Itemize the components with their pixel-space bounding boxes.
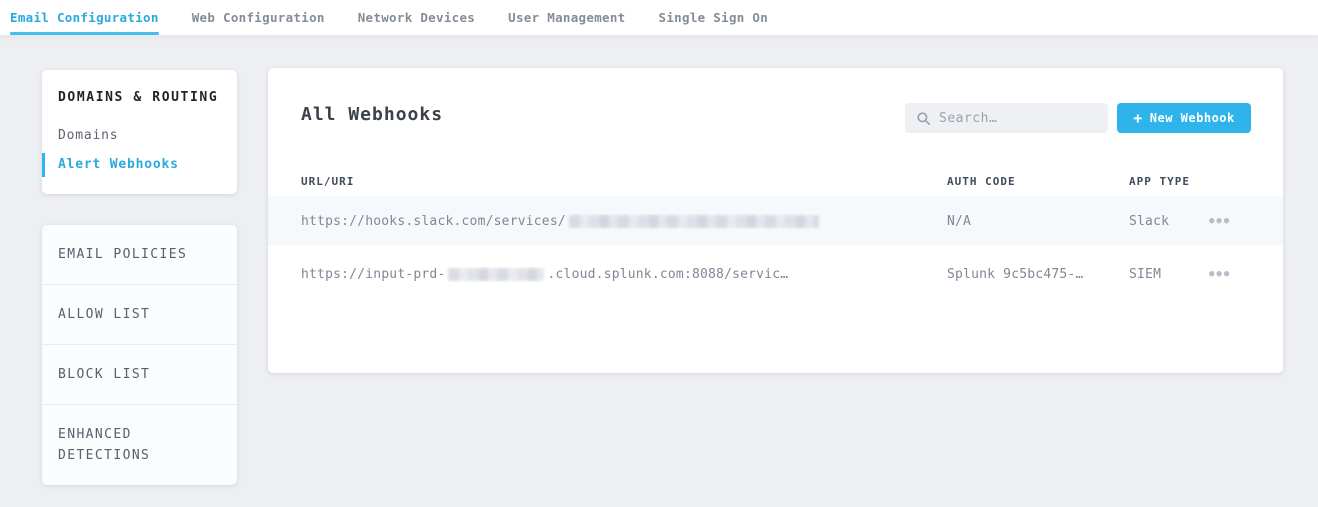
tab-user-management[interactable]: User Management <box>508 0 625 35</box>
active-tab-underline <box>10 32 159 35</box>
column-header-url: URL/URI <box>301 175 947 188</box>
sidebar-item-alert-webhooks[interactable]: Alert Webhooks <box>58 150 237 179</box>
sidebar-item-label: Domains <box>58 128 118 143</box>
tab-label: Network Devices <box>358 10 475 25</box>
row-actions-menu-icon[interactable]: ●●● <box>1207 266 1233 283</box>
table-row: https://hooks.slack.com/services/ N/A Sl… <box>268 196 1283 246</box>
sidebar-item-domains[interactable]: Domains <box>58 121 237 150</box>
sidebar-section-group: EMAIL POLICIES ALLOW LIST BLOCK LIST ENH… <box>42 225 237 485</box>
webhook-auth-code: N/A <box>947 214 1129 229</box>
redacted-url-segment <box>448 268 544 281</box>
webhook-app-type: Slack <box>1129 214 1207 229</box>
tab-web-configuration[interactable]: Web Configuration <box>192 0 325 35</box>
plus-icon: + <box>1133 111 1143 126</box>
webhooks-panel: All Webhooks + New Webhook URL/URI AUTH … <box>268 68 1283 373</box>
sidebar-item-allow-list[interactable]: ALLOW LIST <box>42 284 237 344</box>
webhook-url: https://hooks.slack.com/services/ <box>301 214 947 229</box>
search-icon <box>917 112 930 125</box>
search-box[interactable] <box>905 103 1108 133</box>
tab-email-configuration[interactable]: Email Configuration <box>10 0 159 35</box>
new-webhook-button[interactable]: + New Webhook <box>1117 103 1251 133</box>
sidebar-item-email-policies[interactable]: EMAIL POLICIES <box>42 225 237 284</box>
domains-routing-card: DOMAINS & ROUTING Domains Alert Webhooks <box>42 70 237 194</box>
column-header-app-type: APP TYPE <box>1129 175 1207 188</box>
tab-label: Single Sign On <box>659 10 769 25</box>
sidebar-item-block-list[interactable]: BLOCK LIST <box>42 344 237 404</box>
page-title: All Webhooks <box>301 104 443 125</box>
row-actions-menu-icon[interactable]: ●●● <box>1207 213 1233 230</box>
column-header-auth-code: AUTH CODE <box>947 175 1129 188</box>
tab-single-sign-on[interactable]: Single Sign On <box>659 0 769 35</box>
tab-label: User Management <box>508 10 625 25</box>
active-item-indicator <box>42 153 45 177</box>
sidebar-item-label: Alert Webhooks <box>58 157 179 172</box>
redacted-url-segment <box>569 215 819 228</box>
table-header: URL/URI AUTH CODE APP TYPE <box>268 166 1283 196</box>
search-input[interactable] <box>939 111 1098 126</box>
webhook-auth-code: Splunk 9c5bc475-… <box>947 267 1129 282</box>
table-row: https://input-prd- .cloud.splunk.com:808… <box>268 246 1283 302</box>
tab-label: Web Configuration <box>192 10 325 25</box>
tab-label: Email Configuration <box>10 10 159 25</box>
domains-routing-title: DOMAINS & ROUTING <box>58 90 237 105</box>
new-webhook-label: New Webhook <box>1150 111 1235 125</box>
webhook-app-type: SIEM <box>1129 267 1207 282</box>
webhook-url: https://input-prd- .cloud.splunk.com:808… <box>301 267 947 282</box>
top-nav: Email Configuration Web Configuration Ne… <box>0 0 1318 35</box>
tab-network-devices[interactable]: Network Devices <box>358 0 475 35</box>
sidebar-item-enhanced-detections[interactable]: ENHANCED DETECTIONS <box>42 404 237 485</box>
